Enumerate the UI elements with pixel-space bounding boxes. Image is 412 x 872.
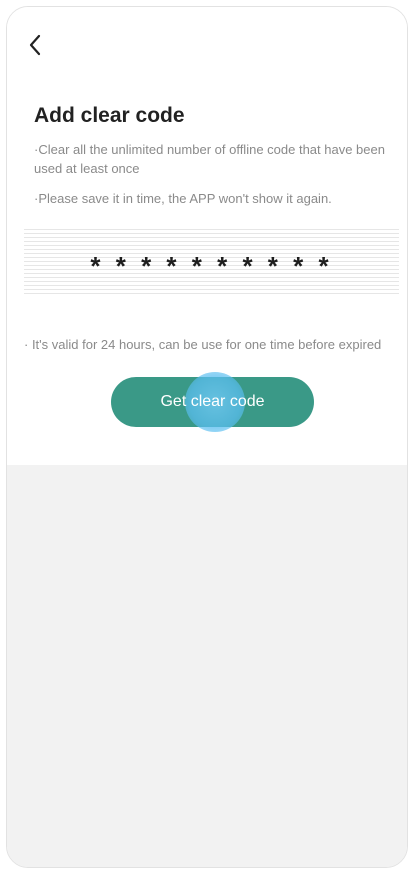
validity-note: · It's valid for 24 hours, can be use fo… — [24, 337, 382, 352]
page-title: Add clear code — [34, 104, 185, 127]
description-save-warning: ·Please save it in time, the APP won't s… — [34, 191, 332, 206]
code-display: * * * * * * * * * * — [24, 229, 399, 295]
empty-lower-area — [7, 465, 407, 867]
content-panel: Add clear code ·Clear all the unlimited … — [7, 7, 407, 465]
get-clear-code-button[interactable]: Get clear code — [111, 372, 314, 432]
chevron-left-icon — [29, 34, 41, 56]
code-value: * * * * * * * * * * — [90, 250, 333, 281]
get-clear-code-label: Get clear code — [160, 393, 265, 410]
screen: Add clear code ·Clear all the unlimited … — [0, 0, 412, 872]
app-window: Add clear code ·Clear all the unlimited … — [6, 6, 408, 868]
description-clear-codes: ·Clear all the unlimited number of offli… — [34, 142, 385, 176]
back-button[interactable] — [21, 31, 49, 59]
